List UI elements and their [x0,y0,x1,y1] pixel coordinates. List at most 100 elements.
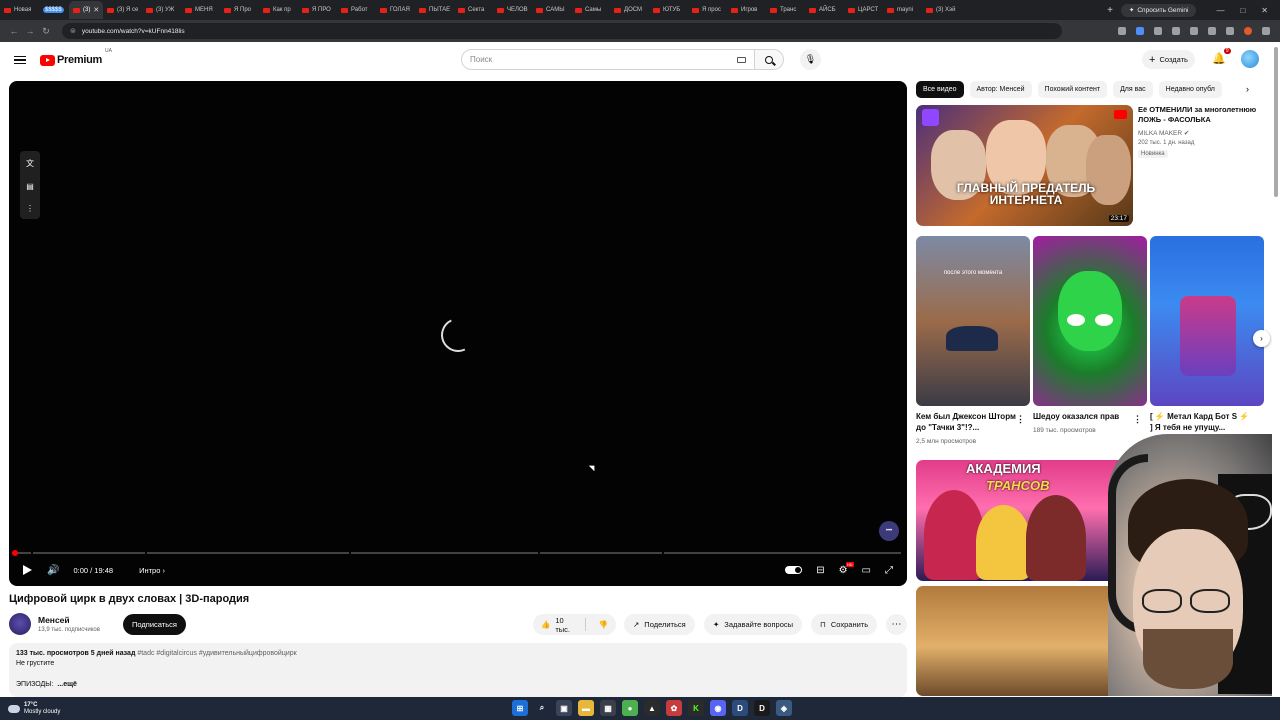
browser-tab[interactable]: ДОСМ [610,1,649,19]
settings-icon[interactable]: ⚙ HD [839,561,854,576]
menu-icon[interactable] [14,55,26,65]
browser-tab[interactable]: Самы [571,1,610,19]
filter-chip[interactable]: Похожий контент [1037,81,1108,98]
search-button[interactable] [754,49,784,70]
browser-tab[interactable]: (3) Я се [103,1,142,19]
weather-widget[interactable]: 17°C Mostly cloudy [8,702,60,716]
page-scrollbar[interactable] [1272,42,1280,696]
recommended-channel[interactable]: MILKA MAKER ✔ [1138,129,1189,137]
dislike-button[interactable]: 👎 [591,620,616,629]
keyboard-icon[interactable] [737,56,746,63]
browser-tab[interactable]: Новая [0,1,39,19]
download-icon[interactable] [1208,27,1216,35]
channel-avatar[interactable] [9,613,31,635]
extension-icon[interactable] [1172,27,1180,35]
translate-icon[interactable]: 文 [26,158,34,169]
browser-tab[interactable]: (3) УЖ [142,1,181,19]
recommended-thumbnail[interactable]: ГЛАВНЫЙ ПРЕДАТЕЛЬ ИНТЕРНЕТА 23:17 [916,105,1133,226]
create-button[interactable]: + Создать [1142,50,1195,69]
share-button[interactable]: ↗ Поделиться [624,614,695,635]
description-box[interactable]: 133 тыс. просмотров 5 дней назад #tadc #… [9,643,907,697]
shorts-next-button[interactable]: › [1253,330,1270,347]
search-input[interactable]: Поиск [461,49,754,70]
kick-icon[interactable]: K [688,700,704,716]
app-icon[interactable]: ✿ [666,700,682,716]
app-icon[interactable]: ▲ [644,700,660,716]
play-icon[interactable] [23,565,32,575]
menu-dots-icon[interactable] [1262,27,1270,35]
task-view-icon[interactable]: ▣ [556,700,572,716]
captions-icon[interactable]: ⊟ [816,565,824,576]
extensions-puzzle-icon[interactable] [1190,27,1198,35]
browser-tab[interactable]: ЧЕЛОВ [493,1,532,19]
subtitles-icon[interactable]: ▤ [26,182,34,191]
short-title[interactable]: Кем был Джексон Шторм до "Тачки 3"!?... [916,411,1018,433]
short-menu-icon[interactable]: ⋮ [1016,414,1025,425]
forward-icon[interactable]: → [22,26,38,36]
chapter-button[interactable]: Интро › [139,566,165,575]
file-explorer-icon[interactable]: ▬ [578,700,594,716]
back-icon[interactable]: ← [6,26,22,36]
theater-mode-icon[interactable]: ▭ [862,565,871,576]
minimize-icon[interactable]: — [1216,6,1224,15]
browser-tab[interactable]: Я прос [688,1,727,19]
app-icon[interactable]: ◈ [776,700,792,716]
browser-tab[interactable]: (3) ✕ [69,1,103,19]
more-actions-button[interactable]: ⋯ [886,614,907,635]
recommended-title[interactable]: Её ОТМЕНИЛИ за многолетнюю ЛОЖЬ - ФАСОЛЬ… [1138,105,1268,125]
browser-tab[interactable]: МЕНЯ [181,1,220,19]
reload-icon[interactable]: ↻ [38,26,54,37]
ask-questions-button[interactable]: ✦ Задавайте вопросы [704,614,803,635]
recommended-thumbnail[interactable] [916,586,1133,696]
subscribe-button[interactable]: Подписаться [123,614,186,635]
new-tab-button[interactable]: + [1099,5,1121,16]
browser-tab[interactable]: Я Про [220,1,259,19]
scrollbar-thumb[interactable] [1274,47,1278,197]
sidepanel-icon[interactable] [1226,27,1234,35]
browser-tab[interactable]: Игров [727,1,766,19]
browser-tab[interactable]: Как пр [259,1,298,19]
browser-tab[interactable]: Я ПРО [298,1,337,19]
hashtags[interactable]: #tadc #digitalcircus #удивительныйцифров… [137,650,296,657]
ask-gemini-button[interactable]: ✦ Спросить Gemini [1120,3,1197,17]
browser-tab[interactable]: $$$$$ [39,1,69,19]
show-more-button[interactable]: ...ещё [57,681,77,688]
short-title[interactable]: Шедоу оказался прав [1033,411,1135,422]
start-icon[interactable]: ⊞ [512,700,528,716]
short-thumbnail[interactable] [1033,236,1147,406]
davinci-icon[interactable]: D [754,700,770,716]
browser-tab[interactable]: ПЫТАЕ [415,1,454,19]
chrome-icon[interactable]: ● [622,700,638,716]
store-icon[interactable]: ▦ [600,700,616,716]
filter-chip[interactable]: Автор: Менсей [969,81,1032,98]
discord-icon[interactable]: ◉ [710,700,726,716]
maximize-icon[interactable]: □ [1240,6,1245,15]
profile-icon[interactable] [1244,27,1252,35]
voice-search-button[interactable]: 🎙 [800,49,821,70]
autoplay-toggle[interactable] [785,566,803,574]
address-bar[interactable]: ⊜ youtube.com/watch?v=kUFnn418lis [62,23,1062,39]
filter-chip[interactable]: Все видео [916,81,964,98]
filter-chip[interactable]: Для вас [1113,81,1153,98]
browser-tab[interactable]: mayni [883,1,922,19]
like-button[interactable]: 👍 10 тыс. [533,616,586,634]
zoom-icon[interactable] [1118,27,1126,35]
more-options-icon[interactable]: ⋮ [26,204,34,213]
bookmark-star-icon[interactable] [1154,27,1162,35]
channel-name[interactable]: Менсей [38,615,70,625]
browser-tab[interactable]: Работ [337,1,376,19]
browser-tab[interactable]: САМЫ [532,1,571,19]
fullscreen-icon[interactable]: ⤢ [885,565,893,576]
browser-tab[interactable]: (3) Хэй [922,1,961,19]
youtube-logo[interactable]: Premium UA [40,48,112,66]
volume-icon[interactable]: 🔊 [47,565,59,576]
channel-watermark[interactable]: ••• [879,521,899,541]
save-button[interactable]: ⊓ Сохранить [811,614,878,635]
filter-chip[interactable]: Недавно опубл [1158,81,1222,98]
translate-icon[interactable] [1136,27,1144,35]
account-avatar[interactable] [1241,50,1259,68]
short-menu-icon[interactable]: ⋮ [1133,414,1142,425]
recommended-thumbnail[interactable]: АКАДЕМИЯ ТРАНСОВ [916,460,1133,581]
short-thumbnail[interactable] [1150,236,1264,406]
app-icon[interactable]: D [732,700,748,716]
